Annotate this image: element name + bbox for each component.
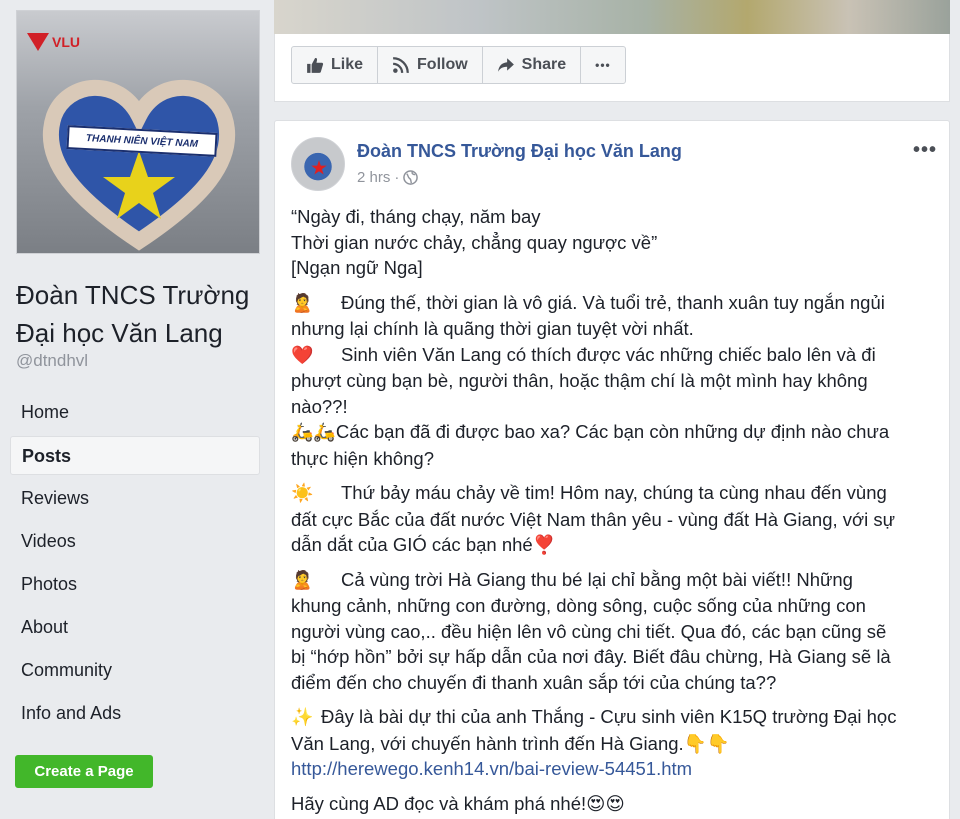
nav-item-posts[interactable]: Posts — [10, 436, 260, 475]
banner-text: THANH NIÊN VIỆT NAM — [85, 132, 199, 150]
cover-photo[interactable] — [274, 0, 950, 34]
text-line: 🛵🛵Các bạn đã đi được bao xa? Các bạn còn… — [291, 419, 931, 446]
post-author[interactable]: Đoàn TNCS Trường Đại học Văn Lang — [357, 141, 682, 162]
nav-item-videos[interactable]: Videos — [10, 522, 260, 561]
nav-item-photos[interactable]: Photos — [10, 565, 260, 604]
woman-emoji-icon: 🙎 — [291, 569, 314, 590]
page-title[interactable]: Đoàn TNCS Trường Đại học Văn Lang — [16, 276, 266, 352]
text-line: Hãy cùng AD đọc và khám phá nhé!😍😍 — [291, 791, 931, 817]
vlu-logo-icon — [27, 33, 49, 51]
text-line: khung cảnh, những con đường, dòng sông, … — [291, 595, 866, 616]
heart-hands-image — [42, 79, 236, 251]
page-action-bar: Like Follow Share ••• — [274, 34, 950, 102]
post-options-button[interactable]: ••• — [913, 139, 937, 162]
page-handle[interactable]: @dtndhvl — [16, 351, 88, 371]
text-line: Các bạn đã đi được bao xa? Các bạn còn n… — [335, 421, 890, 442]
post-timestamp[interactable]: 2 hrs — [357, 169, 390, 186]
text-line: ✨ Đây là bài dự thi của anh Thắng - Cựu s… — [291, 704, 931, 731]
text-line: ☀️ Thứ bảy máu chảy về tim! Hôm nay, chún… — [291, 480, 931, 507]
post-paragraph-3: 🙎 Cả vùng trời Hà Giang thu bé lại chỉ bằ… — [291, 567, 931, 696]
star-icon — [311, 160, 327, 175]
like-label: Like — [331, 56, 364, 73]
text-line: Thứ bảy máu chảy về tim! Hôm nay, chúng … — [341, 482, 887, 503]
author-avatar[interactable] — [291, 137, 345, 191]
sparkles-emoji-icon: ✨ — [291, 707, 314, 727]
text-line: dẫn dắt của GIÓ các bạn nhé❣️ — [291, 532, 931, 558]
post-body: “Ngày đi, tháng chạy, năm bay Thời gian … — [291, 204, 931, 819]
text-line: thực hiện không? — [291, 447, 435, 469]
post-meta: 2 hrs · — [357, 169, 419, 186]
quote-line: [Ngạn ngữ Nga] — [291, 257, 423, 278]
action-button-group: Like Follow Share ••• — [291, 46, 626, 84]
post-paragraph-1: 🙎 Đúng thế, thời gian là vô giá. Và tuổi … — [291, 290, 931, 472]
text-line: điểm đến cho chuyến đi thanh xuân sắp tớ… — [291, 671, 777, 693]
vlu-logo-text: VLU — [52, 34, 80, 50]
text-line: người vùng cao,.. đều hiện lên vô cùng c… — [291, 620, 887, 642]
meta-separator: · — [394, 169, 400, 186]
create-page-button[interactable]: Create a Page — [15, 755, 153, 788]
text-line: dẫn dắt của GIÓ các bạn nhé — [291, 534, 533, 555]
text-line: Đây là bài dự thi của anh Thắng - Cựu si… — [321, 706, 897, 727]
share-label: Share — [521, 56, 567, 73]
profile-picture[interactable]: THANH NIÊN VIỆT NAM VLU — [16, 10, 260, 254]
text-line: nhưng lại chính là quãng thời gian tuyệt… — [291, 318, 694, 339]
text-line: phượt cùng bạn bè, người thân, hoặc thậm… — [291, 370, 868, 391]
follow-label: Follow — [417, 56, 468, 73]
pointing-down-emoji-icon: 👇👇 — [683, 732, 730, 754]
text-line: đất cực Bắc của đất nước Việt Nam thân y… — [291, 508, 896, 530]
share-arrow-icon — [497, 58, 514, 72]
text-line: 🙎 Cả vùng trời Hà Giang thu bé lại chỉ bằ… — [291, 567, 931, 594]
text-line: Hãy cùng AD đọc và khám phá nhé! — [291, 792, 587, 814]
post-quote: “Ngày đi, tháng chạy, năm bay Thời gian … — [291, 204, 931, 281]
text-line: 🙎 Đúng thế, thời gian là vô giá. Và tuổi … — [291, 290, 931, 317]
post-paragraph-4: ✨ Đây là bài dự thi của anh Thắng - Cựu s… — [291, 704, 931, 782]
sun-emoji-icon: ☀️ — [291, 483, 314, 503]
heart-eyes-emoji-icon: 😍😍 — [586, 792, 625, 814]
heart-emoji-icon: ❤️ — [291, 344, 314, 365]
post-paragraph-5: Hãy cùng AD đọc và khám phá nhé!😍😍 — [291, 791, 931, 817]
text-line: Đúng thế, thời gian là vô giá. Và tuổi t… — [341, 291, 885, 313]
nav-item-community[interactable]: Community — [10, 651, 260, 690]
nav-item-reviews[interactable]: Reviews — [10, 479, 260, 518]
text-line: Sinh viên Văn Lang có thích được vác nhữ… — [341, 343, 876, 365]
globe-icon[interactable] — [403, 170, 419, 185]
scooter-emoji-icon: 🛵🛵 — [291, 422, 336, 442]
vlu-logo: VLU — [27, 33, 80, 51]
page-sidebar: THANH NIÊN VIỆT NAM VLU Đoàn TNCS Trường… — [0, 0, 270, 819]
woman-emoji-icon: 🙎 — [291, 292, 314, 313]
nav-item-about[interactable]: About — [10, 608, 260, 647]
text-line: Cả vùng trời Hà Giang thu bé lại chỉ bằn… — [341, 568, 853, 590]
post-card: Đoàn TNCS Trường Đại học Văn Lang 2 hrs … — [274, 120, 950, 819]
follow-button[interactable]: Follow — [378, 47, 483, 83]
more-dots-icon: ••• — [595, 58, 611, 72]
post-paragraph-2: ☀️ Thứ bảy máu chảy về tim! Hôm nay, chún… — [291, 480, 931, 558]
rss-icon — [393, 57, 409, 74]
text-line: ❤️ Sinh viên Văn Lang có thích được vác n… — [291, 342, 931, 369]
share-button[interactable]: Share — [483, 47, 582, 83]
more-actions-button[interactable]: ••• — [581, 47, 625, 83]
thumbs-up-icon — [307, 58, 324, 73]
text-line: Văn Lang, với chuyến hành trình đến Hà G… — [291, 732, 684, 754]
quote-line: Thời gian nước chảy, chẳng quay ngược về… — [291, 231, 658, 253]
nav-item-home[interactable]: Home — [10, 393, 260, 432]
text-line: Văn Lang, với chuyến hành trình đến Hà G… — [291, 731, 931, 757]
text-line: bị “hớp hồn” bởi sự hấp dẫn của nơi đây.… — [291, 646, 891, 667]
text-line: nào??! — [291, 395, 348, 417]
nav-item-info-and-ads[interactable]: Info and Ads — [10, 694, 260, 733]
heart-exclamation-emoji-icon: ❣️ — [532, 534, 556, 555]
like-button[interactable]: Like — [292, 47, 379, 83]
quote-line: “Ngày đi, tháng chạy, năm bay — [291, 206, 541, 227]
page-nav: Home Posts Reviews Videos Photos About C… — [10, 393, 260, 737]
post-link[interactable]: http://herewego.kenh14.vn/bai-review-544… — [291, 756, 931, 782]
